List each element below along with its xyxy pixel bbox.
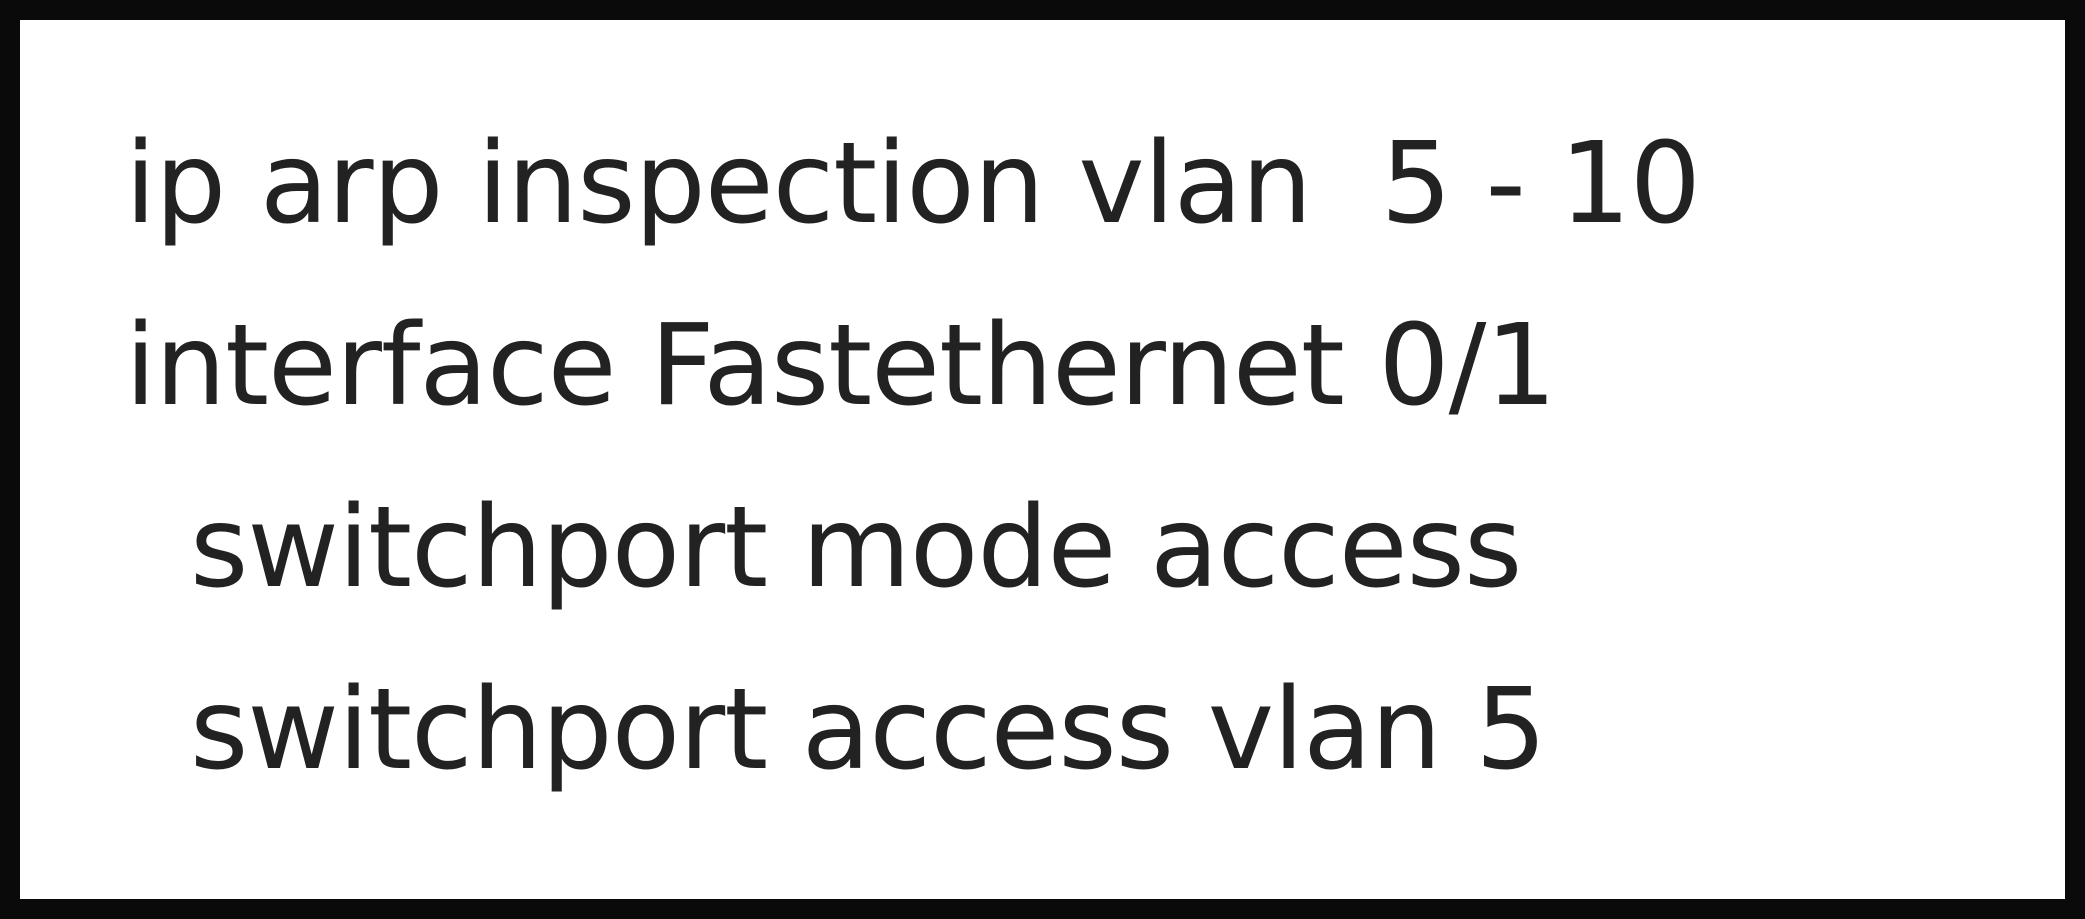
config-line-access-vlan: switchport access vlan 5: [190, 665, 1547, 795]
config-line-interface: interface Fastethernet 0/1: [125, 301, 1557, 431]
config-box: ip arp inspection vlan 5 - 10 interface …: [0, 0, 2085, 919]
config-line-arp-inspection: ip arp inspection vlan 5 - 10: [125, 119, 1701, 249]
config-line-switchport-mode: switchport mode access: [190, 483, 1522, 613]
